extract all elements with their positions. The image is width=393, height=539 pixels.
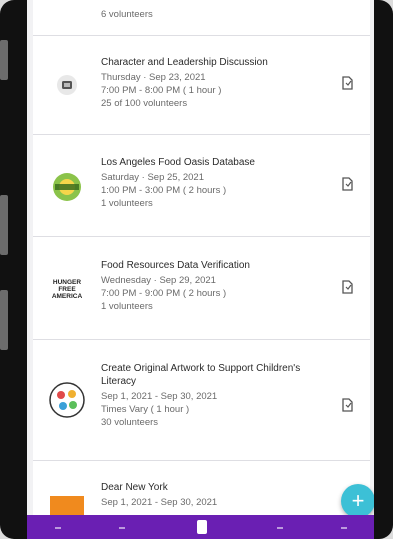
event-thumbnail [47,495,87,517]
event-card[interactable]: Los Angeles Food Oasis Database Saturday… [33,135,370,237]
event-title[interactable]: Los Angeles Food Oasis Database [101,156,321,169]
event-date: Saturday · Sep 25, 2021 [101,172,204,183]
event-card[interactable]: Character and Leadership Discussion Thur… [33,36,370,135]
event-volunteers: 6 volunteers [101,9,153,20]
event-thumbnail [47,65,87,105]
calendar-add-icon[interactable] [340,280,354,294]
event-title[interactable]: Dear New York [101,481,321,494]
event-date: Thursday · Sep 23, 2021 [101,72,206,83]
event-thumbnail [47,380,87,420]
event-card[interactable]: Create Original Artwork to Support Child… [33,340,370,461]
event-title[interactable]: Create Original Artwork to Support Child… [101,362,321,388]
event-volunteers: 25 of 100 volunteers [101,98,188,109]
event-card[interactable]: HUNGER FREE AMERICA Food Resources Data … [33,237,370,340]
event-time: 1:00 PM - 3:00 PM ( 2 hours ) [101,185,227,196]
volume-button [0,40,8,80]
event-title[interactable]: Character and Leadership Discussion [101,56,321,69]
app-screen: 6 volunteers Character and Leadership Di… [27,0,374,539]
event-time: 7:00 PM - 9:00 PM ( 2 hours ) [101,288,227,299]
calendar-add-icon[interactable] [340,76,354,90]
event-date: Wednesday · Sep 29, 2021 [101,275,216,286]
event-time: Times Vary ( 1 hour ) [101,404,190,415]
orange-logo-icon [50,496,84,516]
event-time: 7:00 PM - 8:00 PM ( 1 hour ) [101,85,222,96]
event-date: Sep 1, 2021 - Sep 30, 2021 [101,497,218,508]
event-thumbnail [47,167,87,207]
nav-item[interactable] [119,527,125,529]
bottom-nav [27,515,374,539]
nav-item[interactable] [55,527,61,529]
artwork-logo-icon [49,382,85,418]
event-volunteers: 1 volunteers [101,301,153,312]
calendar-add-icon[interactable] [340,177,354,191]
event-volunteers: 1 volunteers [101,198,153,209]
hunger-logo-icon: HUNGER FREE AMERICA [51,278,83,300]
side-button [0,195,8,255]
nav-item[interactable] [341,527,347,529]
gear-logo-icon [57,75,77,95]
nav-item-active-icon[interactable] [197,520,207,534]
add-button[interactable]: + [341,484,374,518]
event-card[interactable]: Dear New York Sep 1, 2021 - Sep 30, 2021 [33,461,370,522]
nav-item[interactable] [277,527,283,529]
event-card[interactable]: 6 volunteers [33,0,370,36]
sun-logo-icon [53,173,81,201]
calendar-add-icon[interactable] [340,398,354,412]
side-button [0,290,8,350]
event-title[interactable]: Food Resources Data Verification [101,259,321,272]
event-date: Sep 1, 2021 - Sep 30, 2021 [101,391,218,402]
event-volunteers: 30 volunteers [101,417,159,428]
